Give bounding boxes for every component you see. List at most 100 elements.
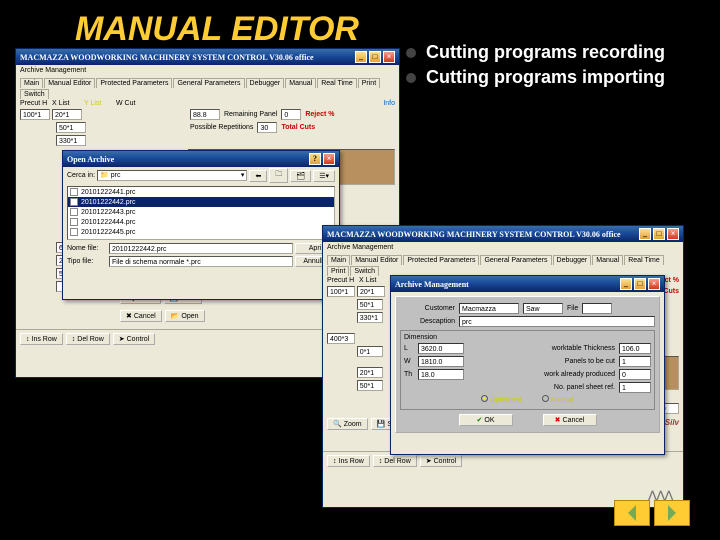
- menu-bar[interactable]: Archive Management: [16, 65, 399, 76]
- filename-field[interactable]: 20101222442.prc: [109, 243, 293, 254]
- bullet-list: Cutting programs recording Cutting progr…: [406, 42, 666, 92]
- tab-print[interactable]: Print: [327, 266, 349, 276]
- precut-label: Precut H: [327, 277, 357, 284]
- remaining-panel-label: Remaining Panel: [224, 111, 277, 118]
- tab-protected[interactable]: Protected Parameters: [403, 255, 479, 265]
- tab-debugger[interactable]: Debugger: [553, 255, 592, 265]
- row-val[interactable]: 20*1: [52, 109, 82, 120]
- newfolder-button[interactable]: 🗂: [290, 170, 311, 182]
- file-item[interactable]: 20101222445.prc: [68, 227, 334, 237]
- control-button[interactable]: ➤Control: [420, 455, 462, 467]
- back-button[interactable]: ⬅: [249, 170, 267, 182]
- row-val[interactable]: 0*1: [357, 346, 383, 357]
- ok-button[interactable]: ✔OK: [459, 414, 513, 426]
- cancel-button[interactable]: ✖Cancel: [543, 414, 597, 426]
- file-item[interactable]: 20101222442.prc: [68, 197, 334, 207]
- cancel-button[interactable]: ✖Cancel: [120, 310, 162, 322]
- file-list[interactable]: 20101222441.prc 20101222442.prc 20101222…: [67, 186, 335, 240]
- tab-switch[interactable]: Switch: [20, 89, 49, 99]
- zoom-button[interactable]: 🔍Zoom: [327, 418, 368, 430]
- tab-switch[interactable]: Switch: [350, 266, 379, 276]
- np-field[interactable]: 1: [619, 382, 651, 393]
- next-button[interactable]: [654, 500, 690, 526]
- row-val[interactable]: 50*1: [357, 299, 383, 310]
- Th-label: Th: [404, 371, 414, 378]
- open-button[interactable]: 📂Open: [165, 310, 205, 322]
- file-field[interactable]: [582, 303, 612, 314]
- tab-main[interactable]: Main: [327, 255, 350, 265]
- customer-field[interactable]: Macmazza: [459, 303, 519, 314]
- file-item[interactable]: 20101222443.prc: [68, 207, 334, 217]
- del-row-button[interactable]: ↕Del Row: [373, 455, 417, 467]
- dialog-title: Open Archive: [67, 155, 114, 164]
- pr-field[interactable]: 30: [257, 122, 277, 133]
- menu-bar[interactable]: Archive Management: [323, 242, 683, 253]
- prev-button[interactable]: [614, 500, 650, 526]
- tab-manual-editor[interactable]: Manual Editor: [44, 78, 95, 88]
- views-button[interactable]: ☰▾: [313, 170, 335, 182]
- help-button[interactable]: ?: [309, 153, 321, 165]
- row-val[interactable]: 20*1: [357, 367, 383, 378]
- rp-field[interactable]: 88.8: [190, 109, 220, 120]
- manual-radio[interactable]: Manual: [542, 395, 574, 404]
- tab-manual[interactable]: Manual: [592, 255, 623, 265]
- minimize-button[interactable]: _: [620, 278, 632, 290]
- tab-realtime[interactable]: Real Time: [624, 255, 664, 265]
- file-item[interactable]: 20101222441.prc: [68, 187, 334, 197]
- pb-field[interactable]: 1: [619, 356, 651, 367]
- minimize-button[interactable]: _: [639, 228, 651, 240]
- file-icon: [70, 228, 78, 236]
- dialog-title: Archive Management: [395, 280, 469, 289]
- maximize-button[interactable]: □: [369, 51, 381, 63]
- row-val[interactable]: 50*1: [357, 380, 383, 391]
- minimize-button[interactable]: _: [355, 51, 367, 63]
- tab-realtime[interactable]: Real Time: [317, 78, 357, 88]
- ext-field[interactable]: Saw: [523, 303, 563, 314]
- L-label: L: [404, 345, 414, 352]
- rp-n[interactable]: 0: [281, 109, 301, 120]
- close-button[interactable]: ×: [383, 51, 395, 63]
- row-val[interactable]: 20*1: [357, 286, 385, 297]
- row-val[interactable]: 330*1: [56, 135, 86, 146]
- tab-protected[interactable]: Protected Parameters: [96, 78, 172, 88]
- optimized-radio[interactable]: Optimized: [481, 395, 521, 404]
- row-val[interactable]: 330*1: [357, 312, 383, 323]
- tab-debugger[interactable]: Debugger: [246, 78, 285, 88]
- tab-print[interactable]: Print: [358, 78, 380, 88]
- row-val[interactable]: 100*1: [327, 286, 355, 297]
- W-field[interactable]: 1810.0: [418, 356, 464, 367]
- ins-row-button[interactable]: ↕Ins Row: [20, 333, 63, 345]
- filetype-combo[interactable]: File di schema normale *.prc: [109, 256, 293, 267]
- close-button[interactable]: ×: [648, 278, 660, 290]
- tab-manual[interactable]: Manual: [285, 78, 316, 88]
- up-button[interactable]: 🗀: [269, 168, 288, 183]
- wt-field[interactable]: 106.0: [619, 343, 651, 354]
- close-button[interactable]: ×: [323, 153, 335, 165]
- tab-main[interactable]: Main: [20, 78, 43, 88]
- tab-bar: Main Manual Editor Protected Parameters …: [323, 253, 683, 276]
- row-val[interactable]: 100*1: [20, 109, 50, 120]
- row-val[interactable]: 400*3: [327, 333, 355, 344]
- wp-field[interactable]: 0: [619, 369, 651, 380]
- lookin-combo[interactable]: 📁prc▾: [97, 170, 247, 181]
- titlebar: MACMAZZA WOODWORKING MACHINERY SYSTEM CO…: [323, 226, 683, 242]
- row-val[interactable]: 50*1: [56, 122, 86, 133]
- L-field[interactable]: 3620.0: [418, 343, 464, 354]
- Th-field[interactable]: 18.0: [418, 369, 464, 380]
- file-item[interactable]: 20101222444.prc: [68, 217, 334, 227]
- file-icon: [70, 218, 78, 226]
- tab-manual-editor[interactable]: Manual Editor: [351, 255, 402, 265]
- tab-general[interactable]: General Parameters: [480, 255, 551, 265]
- panel-sheet-ref-label: No. panel sheet ref.: [404, 384, 615, 391]
- nav-buttons: [614, 500, 690, 526]
- del-row-button[interactable]: ↕Del Row: [66, 333, 110, 345]
- maximize-button[interactable]: □: [653, 228, 665, 240]
- close-button[interactable]: ×: [667, 228, 679, 240]
- dimension-label: Dimension: [404, 334, 651, 341]
- description-field[interactable]: prc: [459, 316, 655, 327]
- file-icon: [70, 208, 78, 216]
- maximize-button[interactable]: □: [634, 278, 646, 290]
- control-button[interactable]: ➤Control: [113, 333, 155, 345]
- tab-general[interactable]: General Parameters: [173, 78, 244, 88]
- ins-row-button[interactable]: ↕Ins Row: [327, 455, 370, 467]
